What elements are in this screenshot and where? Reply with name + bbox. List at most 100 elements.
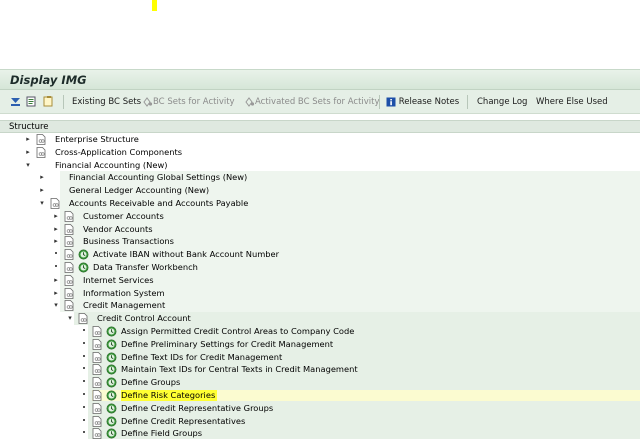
tree-node-label[interactable]: Define Text IDs for Credit Management (121, 352, 284, 363)
tree-node[interactable]: Define Field Groups (0, 427, 640, 439)
expand-node-icon[interactable]: ▸ (38, 186, 46, 194)
tree-node[interactable]: Maintain Text IDs for Central Texts in C… (0, 363, 640, 377)
documentation-icon[interactable] (26, 96, 38, 108)
tree-node[interactable]: ▾ Credit Management (0, 299, 640, 313)
tree-node-label[interactable]: Credit Control Account (97, 313, 193, 324)
execute-activity-icon[interactable] (106, 403, 117, 414)
img-document-icon[interactable] (92, 338, 102, 350)
execute-activity-icon[interactable] (106, 364, 117, 375)
img-document-icon[interactable] (92, 377, 102, 389)
tree-node-label[interactable]: Information System (83, 288, 167, 299)
tree-node[interactable]: Define Groups (0, 376, 640, 389)
tree-node-label[interactable]: Define Groups (121, 377, 182, 388)
tree-node-label[interactable]: Financial Accounting Global Settings (Ne… (69, 172, 249, 183)
tree-node-label[interactable]: Enterprise Structure (55, 134, 141, 145)
execute-activity-icon[interactable] (78, 249, 89, 260)
expand-all-icon[interactable] (10, 96, 21, 108)
tree-node[interactable]: ▸ Vendor Accounts (0, 222, 640, 236)
existing-bc-sets-button[interactable]: Existing BC Sets (72, 96, 141, 108)
tree-node-label[interactable]: Define Credit Representatives (121, 416, 247, 427)
img-document-icon[interactable] (78, 313, 88, 325)
img-document-icon[interactable] (92, 326, 102, 337)
tree-node-label[interactable]: Assign Permitted Credit Control Areas to… (121, 326, 356, 337)
tree-node-label[interactable]: Maintain Text IDs for Central Texts in C… (121, 364, 360, 375)
tree-node-label[interactable]: Define Field Groups (121, 428, 204, 439)
expand-node-icon[interactable]: ▸ (52, 237, 60, 245)
collapse-node-icon[interactable]: ▾ (24, 161, 32, 169)
tree-node[interactable]: Define Credit Representatives (0, 414, 640, 428)
tree-node-label[interactable]: Accounts Receivable and Accounts Payable (69, 198, 250, 209)
img-document-icon[interactable] (50, 198, 60, 209)
activated-bc-sets-for-activity-button[interactable]: Activated BC Sets for Activity (245, 96, 380, 108)
expand-node-icon[interactable]: ▸ (24, 148, 32, 156)
img-document-icon[interactable] (64, 262, 74, 273)
execute-activity-icon[interactable] (106, 352, 117, 363)
tree-node[interactable]: Assign Permitted Credit Control Areas to… (0, 325, 640, 338)
tree-node[interactable]: ▸ Customer Accounts (0, 209, 640, 223)
execute-activity-icon[interactable] (106, 339, 117, 350)
img-document-icon[interactable] (92, 390, 102, 401)
execute-activity-icon[interactable] (78, 262, 89, 273)
img-document-icon[interactable] (92, 415, 102, 427)
execute-activity-icon[interactable] (106, 326, 117, 337)
expand-node-icon[interactable]: ▸ (52, 276, 60, 284)
bc-sets-for-activity-button[interactable]: BC Sets for Activity (143, 96, 235, 108)
tree-node[interactable]: ▸ Financial Accounting Global Settings (N… (0, 171, 640, 185)
tree-node[interactable]: Activate IBAN without Bank Account Numbe… (0, 248, 640, 261)
img-document-icon[interactable] (64, 249, 74, 261)
tree-node-label[interactable]: Define Preliminary Settings for Credit M… (121, 339, 335, 350)
tree-node[interactable]: ▸ Cross-Application Components (0, 146, 640, 159)
tree-node[interactable]: Data Transfer Workbench (0, 261, 640, 274)
release-notes-button[interactable]: Release Notes (386, 96, 459, 108)
expand-node-icon[interactable]: ▸ (52, 225, 60, 233)
collapse-node-icon[interactable]: ▾ (38, 199, 46, 207)
tree-node-label[interactable]: Credit Management (83, 300, 167, 311)
tree-node[interactable]: ▸ Information System (0, 286, 640, 300)
tree-node-label[interactable]: Define Credit Representative Groups (121, 403, 275, 414)
tree-node[interactable]: Define Risk Categories (0, 389, 640, 402)
tree-node[interactable]: Define Credit Representative Groups (0, 401, 640, 415)
img-document-icon[interactable] (64, 287, 74, 299)
tree-node[interactable]: ▸ Internet Services (0, 273, 640, 287)
change-log-button[interactable]: Change Log (477, 96, 527, 108)
tree-node-label[interactable]: Internet Services (83, 275, 156, 286)
img-document-icon[interactable] (64, 236, 74, 248)
tree-node-label[interactable]: Activate IBAN without Bank Account Numbe… (93, 249, 281, 260)
collapse-node-icon[interactable]: ▾ (66, 314, 74, 322)
img-document-icon[interactable] (64, 274, 74, 286)
tree-node[interactable]: Define Text IDs for Credit Management (0, 350, 640, 364)
tree-node-label[interactable]: Define Risk Categories (121, 390, 218, 401)
collapse-node-icon[interactable]: ▾ (52, 301, 60, 309)
img-document-icon[interactable] (92, 402, 102, 414)
tree-node-label[interactable]: Financial Accounting (New) (55, 160, 170, 171)
img-document-icon[interactable] (92, 428, 102, 439)
note-icon[interactable] (43, 96, 54, 108)
img-document-icon[interactable] (92, 364, 102, 376)
tree-node-label[interactable]: Customer Accounts (83, 211, 166, 222)
tree-node[interactable]: Define Preliminary Settings for Credit M… (0, 337, 640, 351)
img-document-icon[interactable] (36, 134, 46, 145)
img-document-icon[interactable] (64, 300, 74, 312)
expand-node-icon[interactable]: ▸ (52, 289, 60, 297)
img-document-icon[interactable] (64, 210, 74, 222)
execute-activity-icon[interactable] (106, 390, 117, 401)
expand-node-icon[interactable]: ▸ (38, 173, 46, 181)
img-document-icon[interactable] (64, 223, 74, 235)
tree-node[interactable]: ▸ Business Transactions (0, 235, 640, 249)
tree-node-label[interactable]: Cross-Application Components (55, 147, 184, 158)
tree-node[interactable]: ▾ Accounts Receivable and Accounts Payabl… (0, 197, 640, 210)
where-else-used-button[interactable]: Where Else Used (536, 96, 608, 108)
expand-node-icon[interactable]: ▸ (24, 135, 32, 143)
img-document-icon[interactable] (36, 146, 46, 158)
tree-node[interactable]: ▾ Credit Control Account (0, 312, 640, 325)
execute-activity-icon[interactable] (106, 416, 117, 427)
expand-node-icon[interactable]: ▸ (52, 212, 60, 220)
img-document-icon[interactable] (92, 351, 102, 363)
tree-node-label[interactable]: Data Transfer Workbench (93, 262, 200, 273)
tree-node-label[interactable]: Vendor Accounts (83, 224, 155, 235)
tree-node[interactable]: ▾ Financial Accounting (New) (0, 159, 640, 172)
execute-activity-icon[interactable] (106, 377, 117, 388)
tree-node-label[interactable]: Business Transactions (83, 236, 176, 247)
tree-node[interactable]: ▸ General Ledger Accounting (New) (0, 184, 640, 197)
tree-node[interactable]: ▸ Enterprise Structure (0, 133, 640, 146)
